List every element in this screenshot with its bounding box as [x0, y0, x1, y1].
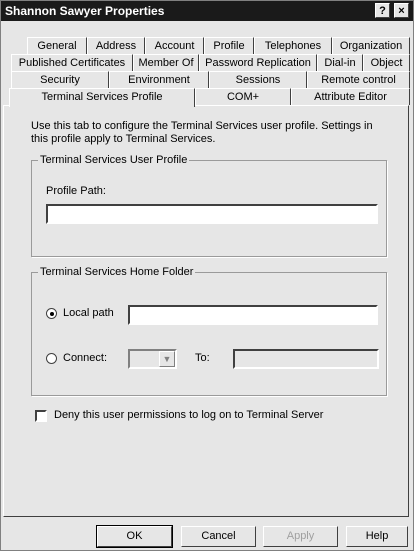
radio-selected-dot — [50, 312, 54, 316]
home-folder-group: Terminal Services Home Folder Local path… — [31, 266, 387, 396]
tab-profile[interactable]: Profile — [204, 37, 254, 54]
tab-environment[interactable]: Environment — [109, 71, 209, 88]
tab-remote-control[interactable]: Remote control — [307, 71, 410, 88]
connect-to-input[interactable] — [233, 349, 379, 369]
to-label: To: — [195, 352, 210, 364]
tab-sessions[interactable]: Sessions — [209, 71, 307, 88]
profile-group-legend: Terminal Services User Profile — [38, 154, 190, 166]
tab-terminal-services-profile[interactable]: Terminal Services Profile — [9, 88, 195, 107]
connect-label: Connect: — [63, 352, 108, 364]
window-title: Shannon Sawyer Properties — [5, 4, 165, 18]
tab-password-replication[interactable]: Password Replication — [199, 54, 317, 71]
tab-organization[interactable]: Organization — [332, 37, 410, 54]
drive-letter-combo[interactable]: ▼ — [128, 349, 177, 369]
connect-radio[interactable] — [46, 353, 57, 364]
chevron-down-icon[interactable]: ▼ — [159, 351, 175, 367]
local-path-input[interactable] — [128, 305, 378, 325]
local-path-radio[interactable] — [46, 308, 57, 319]
deny-logon-label: Deny this user permissions to log on to … — [54, 409, 324, 421]
home-folder-legend: Terminal Services Home Folder — [38, 266, 196, 278]
intro-text: Use this tab to configure the Terminal S… — [31, 120, 373, 145]
tab-account[interactable]: Account — [145, 37, 204, 54]
tab-general[interactable]: General — [27, 37, 87, 54]
local-path-label: Local path — [63, 307, 114, 319]
help-icon[interactable]: ? — [375, 3, 390, 18]
tab-object[interactable]: Object — [363, 54, 410, 71]
properties-dialog: Shannon Sawyer Properties ? × General Ad… — [0, 0, 414, 551]
tab-dial-in[interactable]: Dial-in — [317, 54, 363, 71]
help-button[interactable]: Help — [346, 526, 408, 547]
close-icon[interactable]: × — [394, 3, 409, 18]
profile-group: Terminal Services User Profile Profile P… — [31, 154, 387, 257]
ok-button[interactable]: OK — [96, 525, 173, 548]
profile-path-input[interactable] — [46, 204, 378, 224]
deny-logon-checkbox[interactable] — [35, 410, 47, 422]
tab-security[interactable]: Security — [11, 71, 109, 88]
tab-telephones[interactable]: Telephones — [254, 37, 332, 54]
apply-button[interactable]: Apply — [263, 526, 338, 547]
title-bar[interactable]: Shannon Sawyer Properties ? × — [1, 1, 413, 21]
tab-com-plus[interactable]: COM+ — [195, 88, 291, 105]
tab-address[interactable]: Address — [87, 37, 145, 54]
cancel-button[interactable]: Cancel — [181, 526, 256, 547]
tab-member-of[interactable]: Member Of — [133, 54, 199, 71]
tab-published-certificates[interactable]: Published Certificates — [11, 54, 133, 71]
profile-path-label: Profile Path: — [46, 185, 106, 197]
tab-attribute-editor[interactable]: Attribute Editor — [291, 88, 410, 105]
